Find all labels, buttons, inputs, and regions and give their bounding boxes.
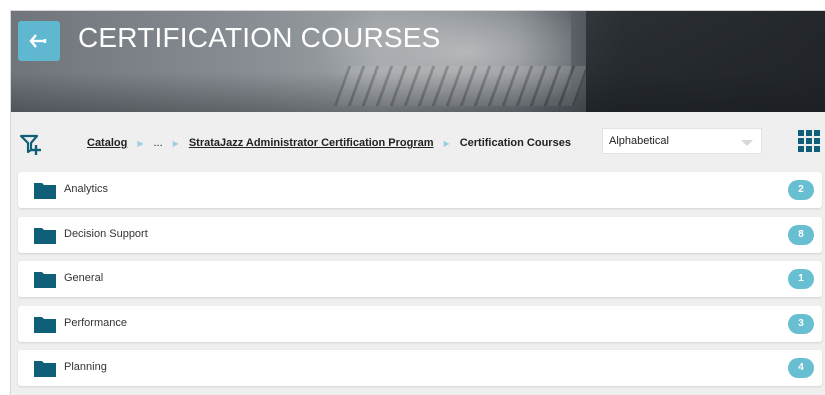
folder-icon (34, 272, 56, 288)
breadcrumb: Catalog ▶ ... ▶ StrataJazz Administrator… (87, 135, 571, 151)
chevron-down-icon (741, 140, 753, 146)
breadcrumb-current: Certification Courses (459, 137, 571, 149)
folder-icon (34, 361, 56, 377)
page-title: CERTIFICATION COURSES (78, 22, 441, 53)
folder-list: Analytics 2 Decision Support 8 General 1… (18, 172, 822, 395)
list-item[interactable]: Planning 4 (18, 350, 822, 386)
list-item[interactable]: Analytics 2 (18, 172, 822, 208)
folder-label: Planning (64, 361, 107, 373)
filter-add-icon[interactable] (19, 133, 43, 157)
grid-view-icon[interactable] (798, 130, 820, 152)
sort-selected-value: Alphabetical (609, 135, 669, 147)
chevron-right-icon: ▶ (137, 138, 144, 148)
header-banner: CERTIFICATION COURSES (11, 11, 825, 112)
folder-icon (34, 316, 56, 333)
chevron-right-icon: ▶ (443, 138, 450, 148)
folder-icon (34, 183, 56, 199)
count-badge: 8 (788, 224, 814, 245)
back-button[interactable] (18, 21, 60, 61)
list-item[interactable]: General 1 (18, 261, 822, 297)
folder-label: General (64, 272, 104, 284)
breadcrumb-ellipsis[interactable]: ... (154, 137, 163, 149)
breadcrumb-program[interactable]: StrataJazz Administrator Certification P… (189, 137, 434, 149)
toolbar: Catalog ▶ ... ▶ StrataJazz Administrator… (11, 112, 825, 172)
list-item[interactable]: Performance 3 (18, 305, 822, 342)
chevron-right-icon: ▶ (172, 138, 179, 148)
count-badge: 1 (788, 269, 814, 289)
breadcrumb-catalog[interactable]: Catalog (87, 137, 127, 149)
folder-icon (34, 227, 56, 244)
app-frame: CERTIFICATION COURSES Catalog ▶ ... ▶ St… (10, 10, 825, 395)
folder-label: Analytics (64, 183, 109, 195)
folder-label: Performance (64, 316, 127, 329)
back-arrow-icon (29, 34, 47, 48)
count-badge: 2 (788, 180, 814, 200)
count-badge: 3 (788, 313, 814, 334)
list-item[interactable]: Decision Support 8 (18, 216, 822, 253)
folder-label: Decision Support (64, 227, 148, 240)
count-badge: 4 (788, 358, 814, 378)
sort-dropdown[interactable]: Alphabetical (602, 128, 762, 154)
